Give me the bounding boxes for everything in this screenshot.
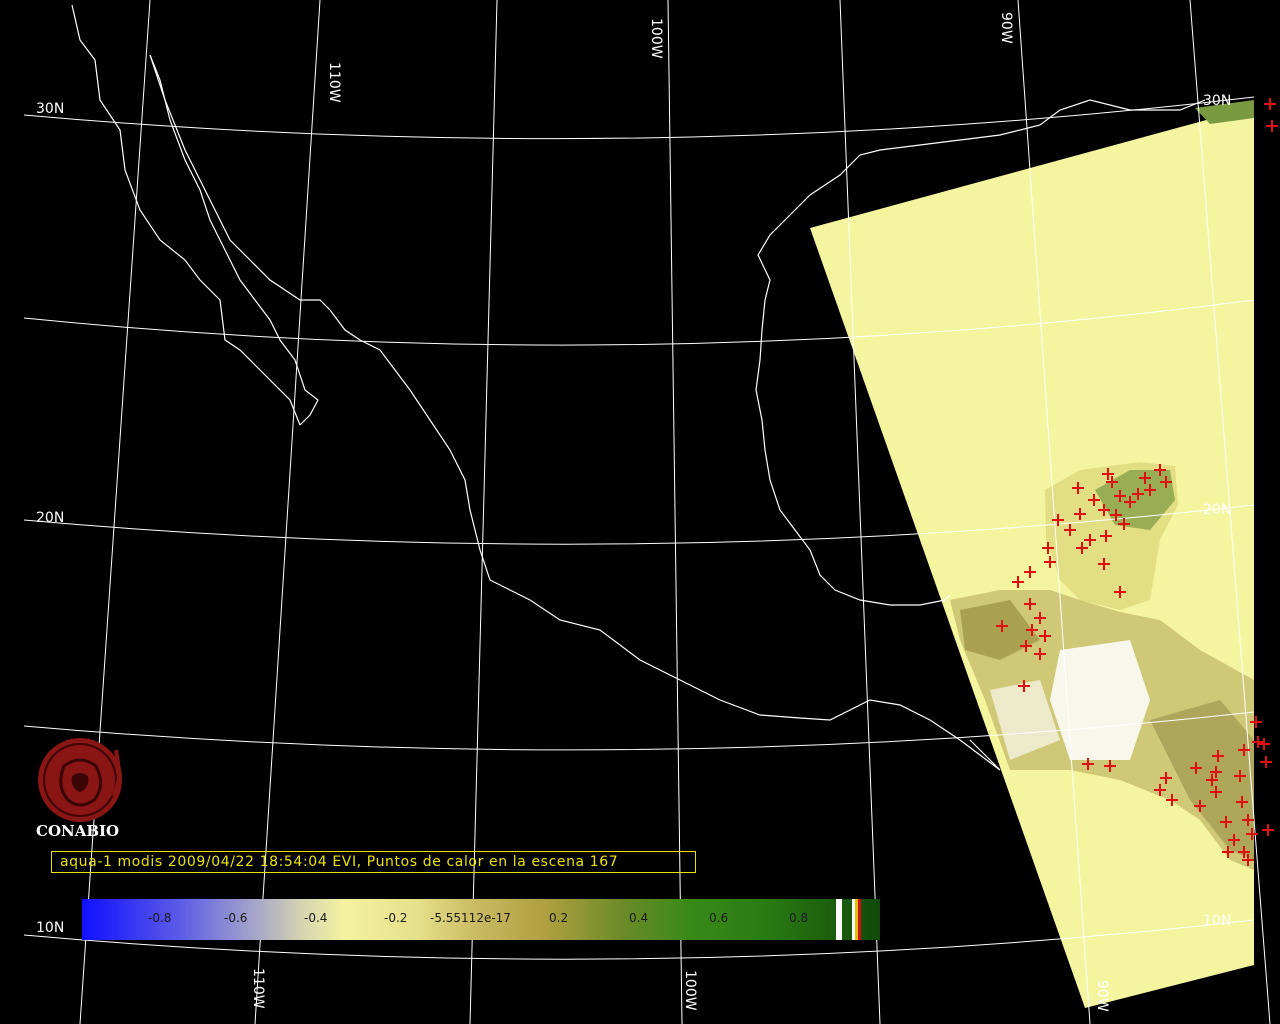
label-20n-left: 20N xyxy=(36,510,64,526)
hotspot-marker xyxy=(1258,738,1270,750)
legend-tick-label: 0.8 xyxy=(789,911,809,925)
label-100w-top: 100W xyxy=(648,18,664,59)
label-30n-left: 30N xyxy=(36,101,64,117)
logo-text: CONABIO xyxy=(36,822,120,840)
legend-tick-label: -0.4 xyxy=(304,911,328,925)
satellite-swath xyxy=(810,107,1254,1008)
legend-tick-label: -5.55112e-17 xyxy=(430,911,511,925)
label-90w-top: 90W xyxy=(998,12,1014,44)
legend-tick-label: -0.2 xyxy=(384,911,408,925)
hotspot-marker xyxy=(1266,120,1278,132)
legend-tick-label: 0.2 xyxy=(549,911,569,925)
label-10n-right: 10N xyxy=(1203,913,1231,929)
hotspot-marker xyxy=(1264,98,1276,110)
label-90w-bottom: 90W xyxy=(1094,980,1110,1012)
legend-tick-label: 0.6 xyxy=(709,911,729,925)
legend-tick-label: -0.8 xyxy=(148,911,172,925)
evi-color-legend: -0.8 -0.6 -0.4 -0.2 -5.55112e-17 0.2 0.4 0.6 0.8 xyxy=(82,899,880,940)
label-100w-bottom: 100W xyxy=(682,970,698,1011)
conabio-logo xyxy=(38,738,123,822)
legend-tick-label: -0.6 xyxy=(224,911,248,925)
scene-caption: aqua-1 modis 2009/04/22 18:54:04 EVI, Pu… xyxy=(60,854,619,870)
label-20n-right: 20N xyxy=(1203,502,1231,518)
label-110w-top: 110W xyxy=(326,62,342,103)
label-110w-bottom: 110W xyxy=(250,968,266,1009)
label-30n-right: 30N xyxy=(1203,93,1231,109)
hotspot-marker xyxy=(1260,756,1272,768)
hotspot-marker xyxy=(1262,824,1274,836)
legend-tick-label: 0.4 xyxy=(629,911,649,925)
label-10n-left: 10N xyxy=(36,920,64,936)
